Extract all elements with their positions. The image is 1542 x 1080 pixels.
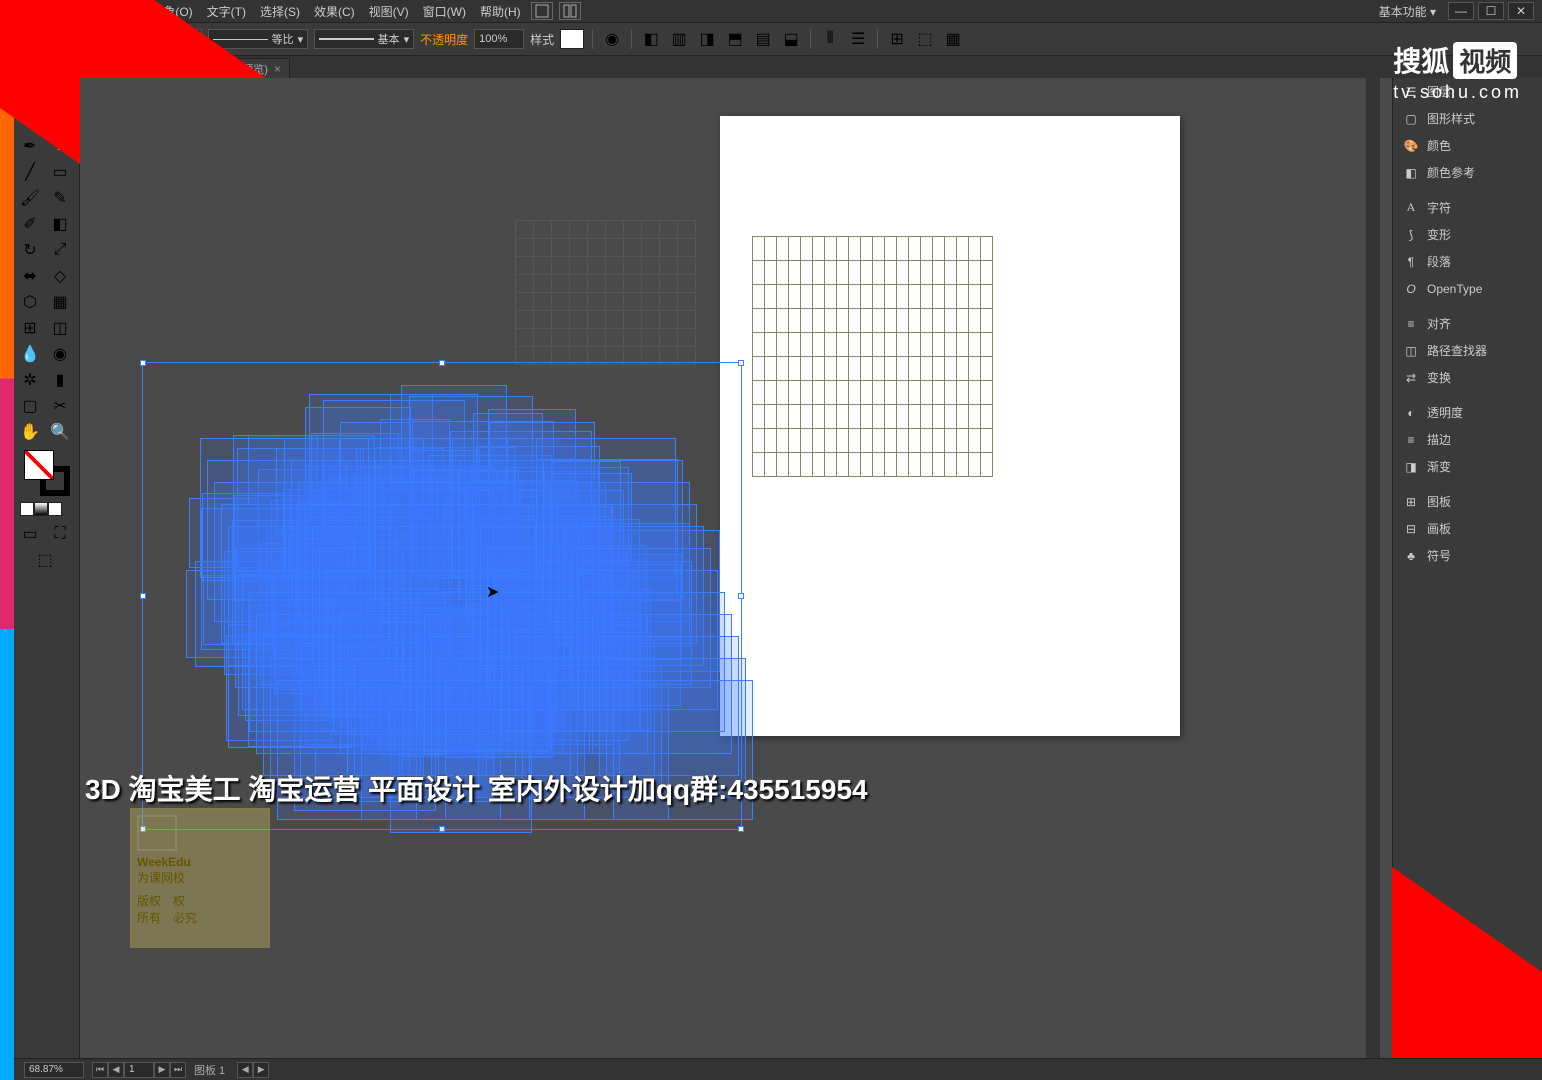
overlay-promo-text: 3D 淘宝美工 淘宝运营 平面设计 室内外设计加qq群:435515954 bbox=[85, 768, 868, 808]
nav-prev-icon[interactable]: ◀ bbox=[108, 1062, 124, 1078]
nav-first-icon[interactable]: ⏮ bbox=[92, 1062, 108, 1078]
zoom-input[interactable] bbox=[24, 1062, 84, 1078]
vertical-scrollbar[interactable] bbox=[1366, 78, 1380, 1058]
screen-mode-full-icon[interactable]: ⛶ bbox=[46, 522, 74, 546]
main-area: ✦◯ ✒T ╱▭ 🖌✎ ✐◧ ↻⤢ ⬌◇ ⬡▦ ⊞◫ 💧◉ ✲▮ ▢✂ ✋🔍 ▭… bbox=[0, 78, 1542, 1080]
nav-next-icon[interactable]: ▶ bbox=[154, 1062, 170, 1078]
nav2-prev-icon[interactable]: ◀ bbox=[237, 1062, 253, 1078]
screen-mode-normal-icon[interactable]: ▭ bbox=[16, 522, 44, 546]
color-mode-none[interactable] bbox=[48, 502, 62, 516]
artboard-number-input[interactable] bbox=[124, 1062, 154, 1078]
toolbox: ✦◯ ✒T ╱▭ 🖌✎ ✐◧ ↻⤢ ⬌◇ ⬡▦ ⊞◫ 💧◉ ✲▮ ▢✂ ✋🔍 ▭… bbox=[14, 78, 80, 1080]
nav-last-icon[interactable]: ⏭ bbox=[170, 1062, 186, 1078]
grid-object-large[interactable] bbox=[752, 236, 993, 477]
watermark: WeekEdu 为课网校 版权权 所有必究 bbox=[130, 808, 270, 948]
status-bar: ⏮ ◀ ▶ ⏭ 图板 1 ◀ ▶ bbox=[14, 1058, 1542, 1080]
canvas[interactable]: ➤ 3D 淘宝美工 淘宝运营 平面设计 室内外设计加qq群:435515954 … bbox=[80, 78, 1392, 1080]
nav2-next-icon[interactable]: ▶ bbox=[253, 1062, 269, 1078]
artboard-name-label: 图板 1 bbox=[194, 1062, 225, 1078]
artboard-nav: ⏮ ◀ ▶ ⏭ bbox=[92, 1062, 186, 1078]
draw-mode-icon[interactable]: ⬚ bbox=[16, 548, 74, 572]
cursor-icon: ➤ bbox=[486, 582, 499, 602]
grid-object-small[interactable] bbox=[515, 220, 696, 365]
sohu-watermark: 搜狐 视频 tv.sohu.com bbox=[1393, 40, 1522, 103]
